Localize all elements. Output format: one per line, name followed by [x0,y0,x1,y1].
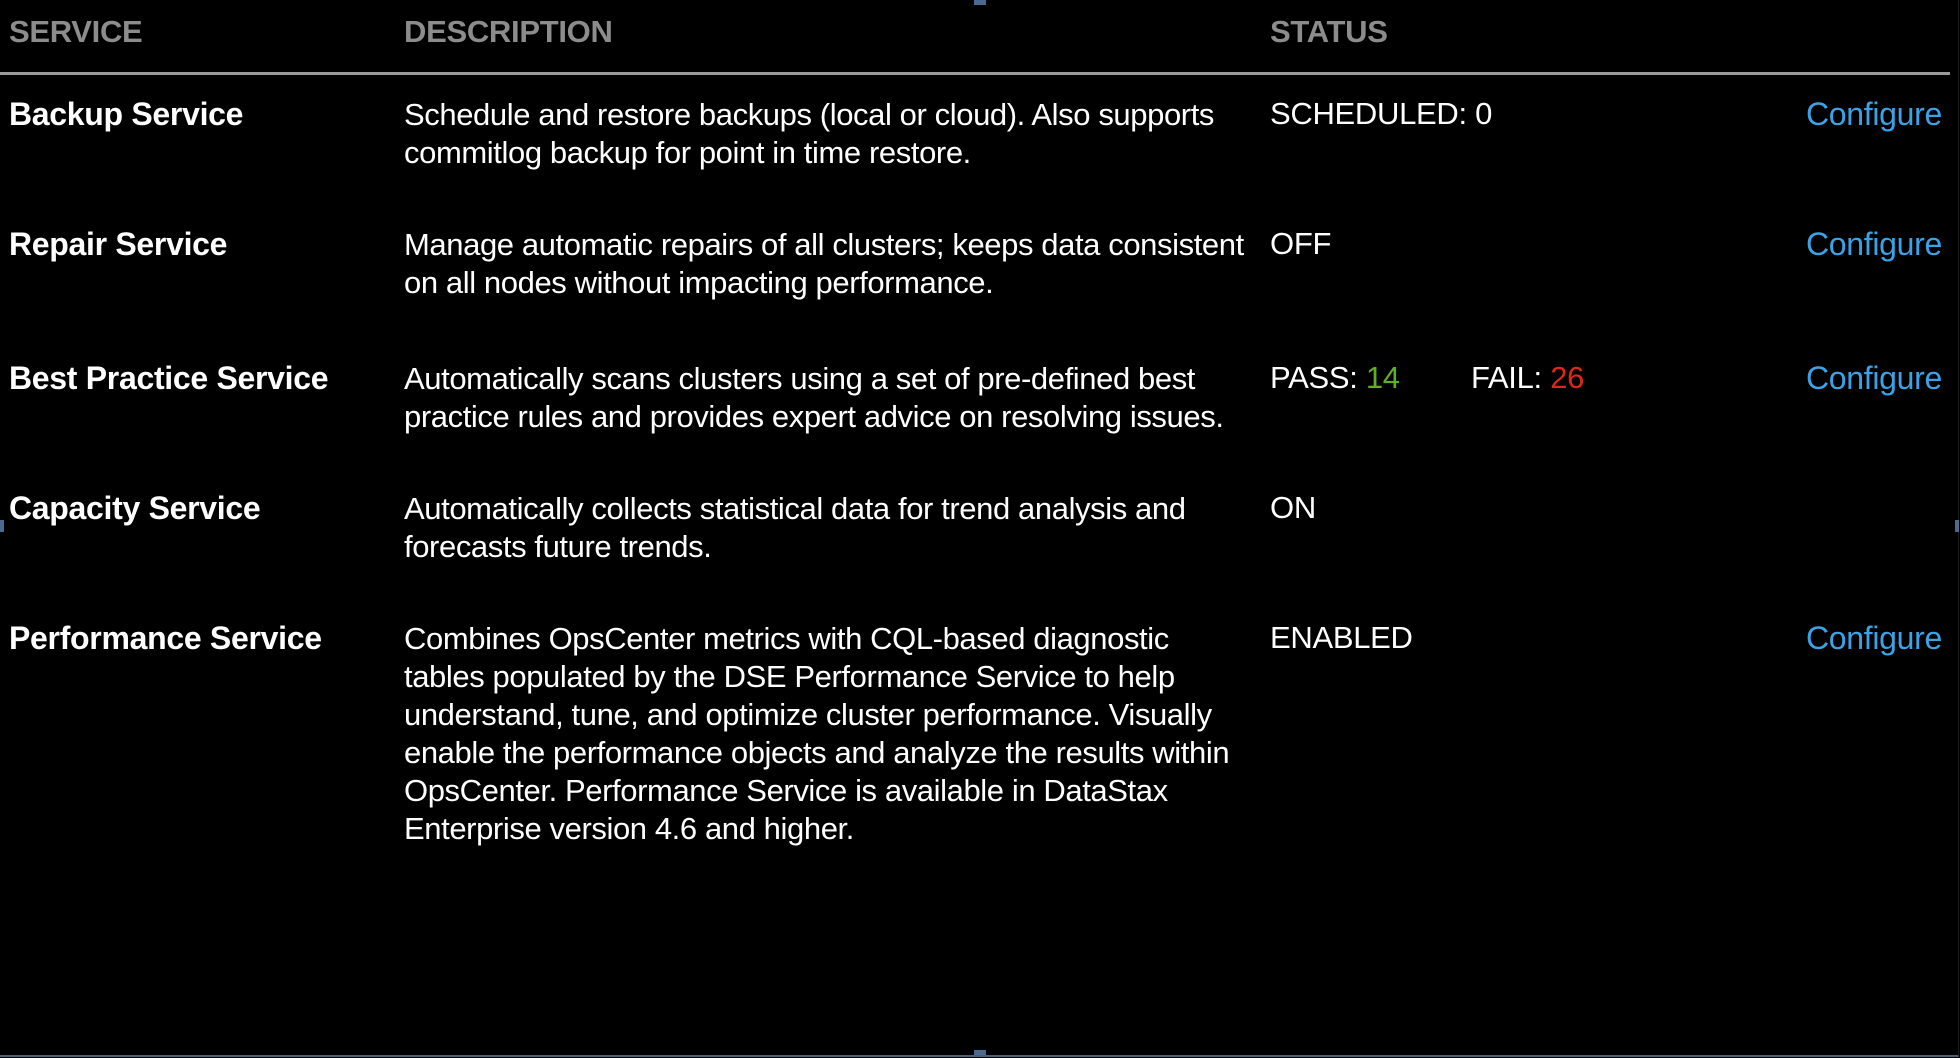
service-status: PASS: 14 FAIL: 26 [1270,360,1584,396]
service-name: Capacity Service [9,490,261,526]
resize-handle-right[interactable] [1955,520,1959,532]
column-header-status: STATUS [1270,14,1388,49]
service-status: ENABLED [1270,620,1413,655]
service-description: Combines OpsCenter metrics with CQL-base… [404,621,1230,846]
pass-count: 14 [1365,360,1400,395]
fail-group: FAIL: 26 [1471,360,1584,396]
configure-link-performance[interactable]: Configure [1806,620,1942,657]
service-description: Automatically collects statistical data … [404,491,1186,564]
fail-label: FAIL: [1471,360,1542,395]
column-header-description: DESCRIPTION [404,14,613,49]
service-status: OFF [1270,226,1332,261]
service-status: SCHEDULED: 0 [1270,96,1493,131]
column-header-service: SERVICE [9,14,143,49]
service-description: Schedule and restore backups (local or c… [404,97,1215,170]
services-panel: SERVICE DESCRIPTION STATUS Backup Servic… [0,0,1959,1057]
service-status: ON [1270,490,1316,525]
service-name: Repair Service [9,226,228,262]
configure-link-backup[interactable]: Configure [1806,96,1942,133]
resize-handle-left[interactable] [0,520,4,532]
pass-label: PASS: [1270,360,1358,395]
configure-link-best-practice[interactable]: Configure [1806,360,1942,397]
table-header: SERVICE DESCRIPTION STATUS [0,0,1950,75]
service-description: Automatically scans clusters using a set… [404,361,1224,434]
service-name: Backup Service [9,96,244,132]
service-description: Manage automatic repairs of all clusters… [404,227,1244,300]
configure-link-repair[interactable]: Configure [1806,226,1942,263]
fail-count: 26 [1550,360,1585,395]
resize-handle-bottom[interactable] [974,1050,986,1055]
service-name: Best Practice Service [9,360,329,396]
service-name: Performance Service [9,620,322,656]
resize-handle-top[interactable] [974,0,986,5]
